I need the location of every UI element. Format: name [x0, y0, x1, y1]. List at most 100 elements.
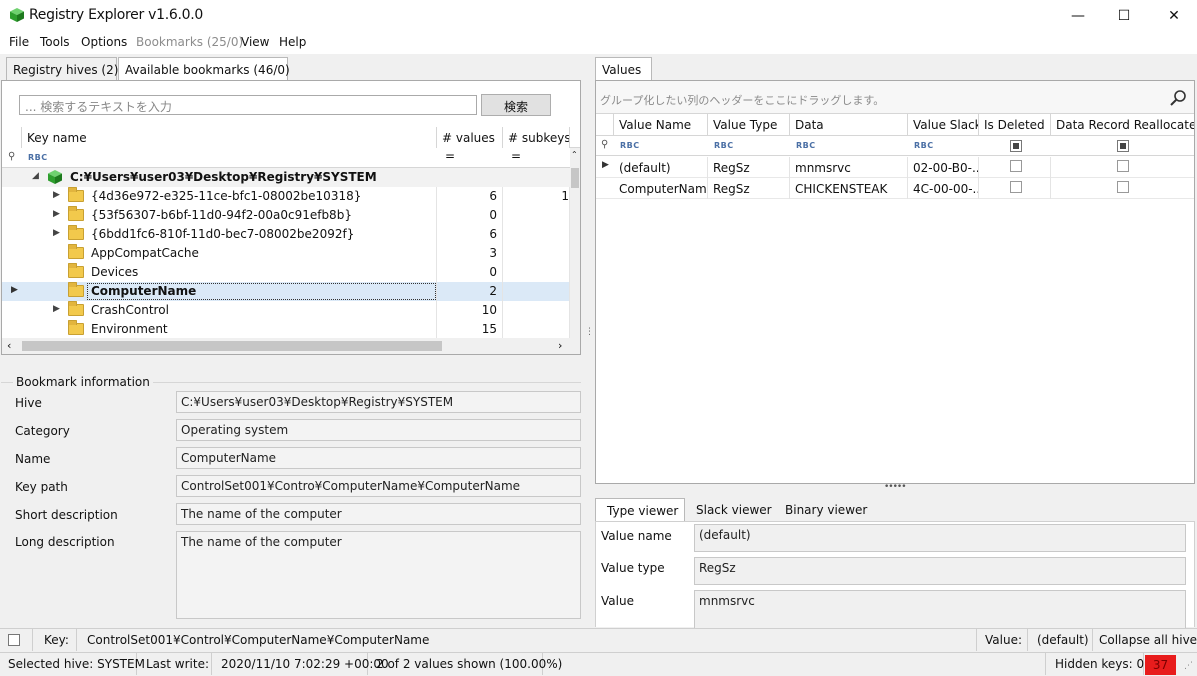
short-description-field[interactable]: The name of the computer: [176, 503, 581, 525]
label-value-name: Value name: [601, 529, 672, 543]
minimize-button[interactable]: —: [1055, 0, 1101, 32]
collapse-all-hives-button[interactable]: Collapse all hives: [1093, 629, 1197, 651]
deleted-filter-checkbox[interactable]: [1010, 140, 1022, 152]
tree-row[interactable]: ▶ {6bdd1fc6-810f-11d0-bec7-08002be2092f} 6: [2, 225, 570, 244]
tree-row[interactable]: ▶ CrashControl 10: [2, 301, 570, 320]
status-bar-key: Key: ControlSet001¥Control¥ComputerName¥…: [0, 628, 1197, 652]
subkeys-filter[interactable]: =: [511, 149, 521, 163]
text-filter-icon[interactable]: RBC: [28, 153, 48, 162]
tree-horizontal-scrollbar[interactable]: ‹ ›: [2, 338, 580, 354]
value-field[interactable]: mnmsrvc: [694, 590, 1186, 628]
menu-tools[interactable]: Tools: [40, 35, 70, 49]
vertical-splitter-grip[interactable]: ⋮: [585, 328, 594, 350]
header-data-record-reallocated[interactable]: Data Record Reallocated: [1051, 114, 1194, 135]
tree-root-row[interactable]: ◢ C:¥Users¥user03¥Desktop¥Registry¥SYSTE…: [2, 168, 570, 187]
scroll-up-icon[interactable]: ⌃: [571, 150, 578, 159]
menu-bookmarks[interactable]: Bookmarks (25/0): [136, 35, 243, 49]
name-field[interactable]: ComputerName: [176, 447, 581, 469]
menu-view[interactable]: View: [241, 35, 269, 49]
header-data[interactable]: Data: [790, 114, 908, 135]
tab-binary-viewer[interactable]: Binary viewer: [785, 503, 867, 517]
value-type-filter-icon[interactable]: RBC: [714, 141, 734, 150]
header-key-name[interactable]: Key name: [22, 127, 437, 148]
reallocated-checkbox[interactable]: [1117, 160, 1129, 172]
values-filter[interactable]: =: [445, 149, 455, 163]
value-name-cell: ComputerName: [614, 178, 708, 199]
resize-grip-icon[interactable]: ⋰: [1184, 661, 1193, 671]
horizontal-splitter-grip[interactable]: •••••: [884, 482, 907, 492]
expand-icon[interactable]: ▶: [53, 228, 60, 238]
tab-slack-viewer[interactable]: Slack viewer: [696, 503, 772, 517]
collapse-icon[interactable]: ◢: [32, 171, 39, 181]
reallocated-filter-checkbox[interactable]: [1117, 140, 1129, 152]
group-panel[interactable]: グループ化したい列のヘッダーをここにドラッグします。: [596, 81, 1194, 114]
is-deleted-checkbox[interactable]: [1010, 160, 1022, 172]
find-icon[interactable]: [1169, 89, 1187, 107]
subkeys-count-cell: 1: [503, 187, 570, 206]
label-long-description: Long description: [15, 535, 115, 549]
value-name-filter-icon[interactable]: RBC: [620, 141, 640, 150]
values-filter-pin-icon: ⚲: [601, 139, 609, 150]
value-slack-cell: 02-00-B0-...: [908, 157, 979, 178]
folder-icon: [68, 187, 84, 202]
is-deleted-checkbox[interactable]: [1010, 181, 1022, 193]
header-value-type[interactable]: Value Type: [708, 114, 790, 135]
reallocated-checkbox[interactable]: [1117, 181, 1129, 193]
key-path-field[interactable]: ControlSet001¥Contro¥ComputerName¥Comput…: [176, 475, 581, 497]
reallocated-cell: [1051, 157, 1194, 178]
vertical-scroll-thumb[interactable]: [571, 168, 579, 188]
maximize-button[interactable]: ☐: [1101, 0, 1147, 32]
search-button[interactable]: 検索: [481, 94, 551, 116]
values-filter-row: ⚲ RBC RBC RBC RBC: [596, 136, 1194, 156]
scroll-right-icon[interactable]: ›: [558, 339, 562, 352]
tab-available-bookmarks[interactable]: Available bookmarks (46/0): [118, 57, 290, 81]
menu-options[interactable]: Options: [81, 35, 127, 49]
tree-row[interactable]: Devices 0: [2, 263, 570, 282]
value-type-field[interactable]: RegSz: [694, 557, 1186, 585]
key-name-cell: ComputerName: [86, 282, 437, 301]
header-values[interactable]: # values: [437, 127, 503, 148]
menu-file[interactable]: File: [9, 35, 29, 49]
header-value-name[interactable]: Value Name: [614, 114, 708, 135]
search-placeholder: ... 検索するテキストを入力: [25, 100, 172, 114]
expand-icon[interactable]: ▶: [53, 209, 60, 219]
data-filter-icon[interactable]: RBC: [796, 141, 816, 150]
value-row[interactable]: ▶ (default) RegSz mnmsrvc 02-00-B0-...: [596, 157, 1194, 178]
scroll-left-icon[interactable]: ‹: [7, 339, 11, 352]
expand-icon[interactable]: ▶: [53, 304, 60, 314]
menu-help[interactable]: Help: [279, 35, 306, 49]
status-selected-hive: Selected hive: SYSTEM: [0, 653, 145, 675]
tree-vertical-scrollbar[interactable]: ⌃: [570, 148, 580, 338]
header-is-deleted[interactable]: Is Deleted: [979, 114, 1051, 135]
value-name-field[interactable]: (default): [694, 524, 1186, 552]
slack-filter-icon[interactable]: RBC: [914, 141, 934, 150]
app-cube-icon: [10, 8, 24, 22]
header-value-slack[interactable]: Value Slack: [908, 114, 979, 135]
close-button[interactable]: ✕: [1151, 0, 1197, 32]
header-subkeys[interactable]: # subkeys: [503, 127, 570, 148]
hive-field[interactable]: C:¥Users¥user03¥Desktop¥Registry¥SYSTEM: [176, 391, 581, 413]
status-checkbox[interactable]: [8, 634, 20, 646]
key-name-cell: {6bdd1fc6-810f-11d0-bec7-08002be2092f}: [86, 225, 437, 244]
long-description-field[interactable]: The name of the computer: [176, 531, 581, 619]
subkeys-count-cell: [503, 263, 570, 282]
values-count-cell: 10: [437, 301, 503, 320]
tree-row[interactable]: Environment 15: [2, 320, 570, 339]
tab-values[interactable]: Values: [595, 57, 652, 81]
tab-registry-hives[interactable]: Registry hives (2): [6, 57, 118, 81]
status-count-badge: 37: [1145, 655, 1176, 675]
tree-row[interactable]: ▶ {4d36e972-e325-11ce-bfc1-08002be10318} 6…: [2, 187, 570, 206]
value-row[interactable]: ComputerName RegSz CHICKENSTEAK 4C-00-00-..…: [596, 178, 1194, 199]
category-field[interactable]: Operating system: [176, 419, 581, 441]
search-input[interactable]: ... 検索するテキストを入力: [19, 95, 477, 115]
expand-icon[interactable]: ▶: [53, 190, 60, 200]
bookmarks-panel: ... 検索するテキストを入力 検索 Key name # values # s…: [1, 80, 581, 355]
is-deleted-cell: [979, 178, 1051, 199]
horizontal-scroll-thumb[interactable]: [22, 341, 442, 351]
folder-icon: [68, 320, 84, 335]
data-cell: mnmsrvc: [790, 157, 908, 178]
tree-row[interactable]: ▶ ComputerName 2: [2, 282, 570, 301]
tab-type-viewer[interactable]: Type viewer: [595, 498, 685, 522]
tree-row[interactable]: ▶ {53f56307-b6bf-11d0-94f2-00a0c91efb8b} 0: [2, 206, 570, 225]
tree-row[interactable]: AppCompatCache 3: [2, 244, 570, 263]
